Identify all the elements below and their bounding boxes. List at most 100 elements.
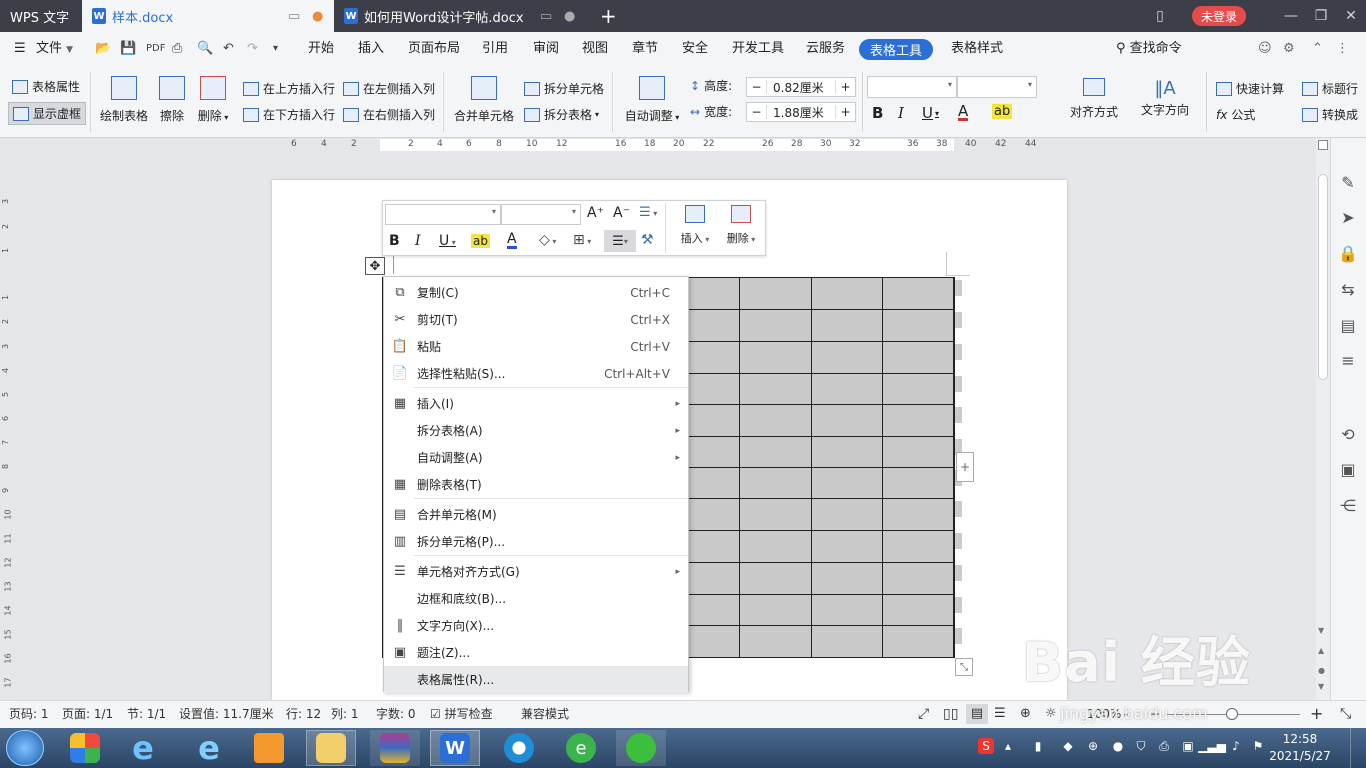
taskbar-ie-1[interactable]: e — [118, 730, 168, 766]
reading-mode-icon[interactable]: ▯▯ — [943, 700, 958, 728]
new-tab-button[interactable]: + — [590, 0, 620, 32]
web-view-icon[interactable]: ⊕ — [1020, 700, 1031, 728]
login-button[interactable]: 未登录 — [1192, 6, 1246, 26]
app-menu-tab[interactable]: WPS 文字 — [0, 0, 82, 32]
split-table-button[interactable]: 拆分表格 ▾ — [524, 106, 599, 123]
taskbar-clock[interactable]: 12:58 2021/5/27 — [1268, 731, 1332, 765]
menu-security[interactable]: 安全 — [682, 32, 708, 66]
text-direction-button[interactable]: ‖A 文字方向 — [1136, 78, 1194, 118]
context-menu-item[interactable]: ▤ 合并单元格(M) — [384, 501, 688, 528]
table-properties-button[interactable]: 表格属性 — [12, 78, 80, 95]
list-icon[interactable]: ≡ — [1338, 350, 1358, 370]
mini-shading-icon[interactable]: ◇ ▾ — [539, 232, 556, 248]
menu-start[interactable]: 开始 — [308, 32, 334, 66]
select-cursor-icon[interactable]: ➤ — [1338, 207, 1358, 227]
save-icon[interactable]: 💾 — [120, 32, 136, 66]
tray-expand-icon[interactable]: ▴ — [1000, 738, 1016, 754]
table-cell[interactable] — [812, 626, 883, 658]
hamburger-icon[interactable]: ☰ — [14, 32, 26, 66]
auto-fit-button[interactable]: 自动调整 ▾ — [622, 76, 682, 124]
grow-font-button[interactable]: A⁺ — [587, 205, 604, 221]
menu-view[interactable]: 视图 — [582, 32, 608, 66]
taskbar-winrar[interactable] — [370, 730, 420, 766]
translate-icon[interactable]: ⇆ — [1338, 279, 1358, 299]
taskbar-360[interactable]: e — [556, 730, 606, 766]
formula-button[interactable]: fx 公式 — [1216, 106, 1255, 123]
highlight-icon[interactable]: ab — [992, 104, 1013, 119]
lock-icon[interactable]: 🔒 — [1338, 243, 1358, 263]
table-cell[interactable] — [812, 595, 883, 626]
context-menu-item[interactable]: ⧉ 复制(C) Ctrl+C — [384, 279, 688, 306]
tab-float-icon[interactable]: ▭ — [540, 9, 552, 24]
mini-font-size-combo[interactable]: ▾ — [501, 204, 581, 225]
tray-wechat-icon[interactable]: ● — [1110, 738, 1126, 754]
table-move-handle-icon[interactable]: ✥ — [365, 257, 385, 275]
table-cell[interactable] — [883, 405, 954, 437]
font-size-combo[interactable]: ▾ — [957, 76, 1037, 98]
share-icon[interactable]: ⋲ — [1338, 495, 1358, 515]
row-height-input[interactable]: −0.82厘米 + — [746, 77, 856, 97]
select-browse-icon[interactable]: ● — [1318, 666, 1325, 675]
font-name-combo[interactable]: ▾ — [867, 76, 957, 98]
table-cell[interactable] — [812, 531, 883, 563]
align-button[interactable]: 对齐方式 — [1066, 78, 1122, 120]
next-page-icon[interactable]: ▼ — [1318, 682, 1324, 691]
mini-format-painter-icon[interactable]: ⚒ — [641, 232, 654, 248]
menu-table-tools[interactable]: 表格工具 — [859, 39, 933, 60]
mini-borders-icon[interactable]: ⊞ ▾ — [573, 232, 591, 248]
tray-device-icon[interactable]: ▣ — [1180, 738, 1196, 754]
insert-row-below-button[interactable]: 在下方插入行 — [243, 106, 335, 123]
start-button-icon[interactable] — [6, 730, 44, 766]
context-menu-item[interactable]: ☰ 单元格对齐方式(G) ▸ — [384, 558, 688, 585]
context-menu-item[interactable]: ✂ 剪切(T) Ctrl+X — [384, 306, 688, 333]
vertical-ruler[interactable] — [0, 152, 16, 700]
context-menu-item[interactable]: ▦ 删除表格(T) — [384, 471, 688, 498]
taskbar-edge[interactable] — [494, 730, 544, 766]
zoom-in-icon[interactable]: + — [1310, 700, 1323, 728]
more-icon[interactable]: ⋮ — [1336, 32, 1349, 66]
table-cell[interactable] — [812, 310, 883, 342]
context-menu-item[interactable]: ▦ 插入(I) ▸ — [384, 390, 688, 417]
taskbar-explorer[interactable] — [306, 730, 356, 766]
vertical-scrollbar[interactable]: ▼ ▲ ● ▼ — [1316, 138, 1330, 700]
mini-align-icon[interactable]: ☰ ▾ — [604, 230, 636, 252]
context-menu-item[interactable]: ▣ 题注(Z)... — [384, 639, 688, 666]
context-menu-item[interactable]: 边框和底纹(B)... — [384, 585, 688, 612]
caption-row-button[interactable]: 标题行 — [1302, 80, 1366, 97]
convert-button[interactable]: 转换成 — [1302, 106, 1366, 123]
table-cell[interactable] — [883, 310, 954, 342]
table-cell[interactable] — [740, 563, 812, 595]
context-menu-item[interactable]: 表格属性(R)... — [384, 666, 688, 693]
width-increase-button[interactable]: + — [835, 105, 855, 119]
height-decrease-button[interactable]: − — [747, 80, 767, 94]
outline-view-icon[interactable]: ☰ — [994, 700, 1006, 728]
quick-access-more-icon[interactable]: ▾ — [273, 32, 278, 66]
mini-font-color-button[interactable]: A — [507, 232, 517, 249]
archive-icon[interactable]: ▤ — [1338, 315, 1358, 335]
table-cell[interactable] — [883, 626, 954, 658]
height-increase-button[interactable]: + — [835, 80, 855, 94]
table-cell[interactable] — [812, 374, 883, 405]
scroll-corner-icon[interactable] — [1318, 140, 1328, 150]
search-command[interactable]: ⚲ 查找命令 — [1116, 32, 1182, 66]
table-cell[interactable] — [740, 595, 812, 626]
table-cell[interactable] — [740, 278, 812, 310]
table-cell[interactable] — [740, 531, 812, 563]
underline-button[interactable]: U ▾ — [922, 104, 939, 122]
mini-bold-button[interactable]: B — [389, 233, 400, 249]
tab-word-copybook-docx[interactable]: W 如何用Word设计字帖.docx ▭ ● — [334, 0, 586, 32]
table-cell[interactable] — [740, 468, 812, 499]
zoom-slider-thumb[interactable] — [1226, 708, 1238, 720]
show-gridlines-toggle[interactable]: 显示虚框 — [8, 102, 87, 125]
context-menu-item[interactable]: 📄 选择性粘贴(S)... Ctrl+Alt+V — [384, 360, 688, 387]
settings-gear-icon[interactable]: ⚙ — [1283, 32, 1295, 66]
scroll-down-icon[interactable]: ▼ — [1318, 626, 1324, 635]
tray-printer-icon[interactable]: ⎙ — [1156, 738, 1172, 754]
taskbar-wps[interactable]: W — [430, 730, 480, 766]
merge-cells-button[interactable]: 合并单元格 — [452, 76, 516, 124]
print-preview-icon[interactable]: 🔍 — [197, 32, 213, 66]
bold-button[interactable]: B — [872, 104, 883, 122]
table-cell[interactable] — [812, 437, 883, 468]
menu-insert[interactable]: 插入 — [358, 32, 384, 66]
table-cell[interactable] — [812, 499, 883, 531]
